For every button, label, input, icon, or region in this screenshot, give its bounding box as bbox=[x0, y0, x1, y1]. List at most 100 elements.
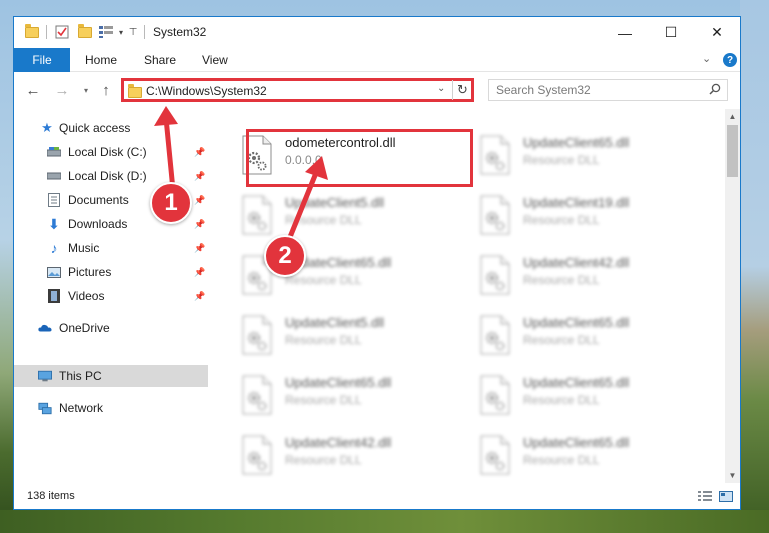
pin-icon[interactable]: 📌 bbox=[194, 171, 205, 181]
forward-arrow-icon[interactable]: → bbox=[54, 81, 70, 99]
sidebar-item-pictures[interactable]: Pictures 📌 bbox=[14, 261, 208, 283]
expand-ribbon-icon[interactable]: ⌄ bbox=[702, 52, 711, 65]
pin-icon[interactable]: 📌 bbox=[194, 267, 205, 277]
documents-icon bbox=[47, 193, 61, 207]
vertical-scrollbar[interactable]: ▲ ▼ bbox=[725, 109, 740, 483]
pin-icon[interactable]: 📌 bbox=[194, 147, 205, 157]
star-icon: ★ bbox=[41, 120, 53, 135]
desktop-background-bottom bbox=[0, 510, 769, 533]
pin-icon[interactable]: 📌 bbox=[194, 291, 205, 301]
file-type: Resource DLL bbox=[523, 453, 600, 467]
ribbon-tabs: File Home Share View ⌄ ? bbox=[14, 48, 740, 72]
sidebar-item-music[interactable]: ♪ Music 📌 bbox=[14, 237, 208, 259]
file-type: Resource DLL bbox=[523, 273, 600, 287]
scroll-up-icon[interactable]: ▲ bbox=[725, 109, 740, 124]
details-view-icon[interactable] bbox=[697, 489, 713, 503]
file-name: UpdateClient42.dll bbox=[523, 255, 630, 270]
sidebar-item-network[interactable]: Network bbox=[14, 397, 208, 419]
item-count: 138 items bbox=[27, 490, 75, 502]
drive-icon bbox=[47, 169, 61, 183]
network-icon bbox=[38, 401, 52, 415]
properties-icon[interactable] bbox=[54, 23, 70, 41]
window-title: System32 bbox=[153, 25, 207, 39]
step-2-badge: 2 bbox=[264, 235, 306, 277]
navigation-pane: ★ Quick access Local Disk (C:) 📌 Local D… bbox=[14, 109, 210, 483]
file-name: UpdateClient42.dll bbox=[285, 435, 392, 450]
file-type: Resource DLL bbox=[523, 393, 600, 407]
maximize-button[interactable]: ☐ bbox=[648, 17, 694, 48]
dll-file-icon bbox=[480, 135, 510, 175]
chevron-down-icon[interactable]: ⌄ bbox=[437, 83, 445, 94]
pin-icon[interactable]: 📌 bbox=[194, 195, 205, 205]
file-explorer-window: ▾ ⊤ System32 — ☐ ✕ File Home Share View … bbox=[13, 16, 741, 510]
scroll-down-icon[interactable]: ▼ bbox=[725, 468, 740, 483]
file-item[interactable]: UpdateClient65.dll Resource DLL bbox=[471, 369, 691, 425]
folder-icon[interactable] bbox=[24, 23, 40, 41]
tab-home[interactable]: Home bbox=[85, 48, 117, 72]
search-icon[interactable] bbox=[709, 83, 721, 95]
back-arrow-icon[interactable]: ← bbox=[25, 81, 41, 99]
tiles-view-icon[interactable] bbox=[718, 489, 734, 503]
search-placeholder: Search System32 bbox=[496, 83, 591, 97]
dll-file-icon bbox=[480, 435, 510, 475]
sidebar-item-videos[interactable]: Videos 📌 bbox=[14, 285, 208, 307]
minimize-button[interactable]: — bbox=[602, 17, 648, 48]
recent-locations-icon[interactable]: ▾ bbox=[78, 81, 94, 99]
address-toolbar: ← → ▾ ↑ C:\Windows\System32 ⌄ ↻ Search S… bbox=[14, 73, 740, 107]
quick-access-dropdown-icon[interactable]: ▾ bbox=[116, 23, 126, 41]
sidebar-item-local-disk-c[interactable]: Local Disk (C:) 📌 bbox=[14, 141, 208, 163]
file-item[interactable]: UpdateClient5.dll Resource DLL bbox=[233, 189, 453, 245]
dll-file-icon bbox=[242, 315, 272, 355]
file-type: Resource DLL bbox=[523, 333, 600, 347]
help-icon[interactable]: ? bbox=[723, 53, 737, 67]
file-item[interactable]: UpdateClient42.dll Resource DLL bbox=[471, 249, 691, 305]
file-name: UpdateClient5.dll bbox=[285, 195, 385, 210]
scroll-thumb[interactable] bbox=[727, 125, 738, 177]
tab-share[interactable]: Share bbox=[144, 48, 176, 72]
refresh-icon[interactable]: ↻ bbox=[452, 80, 472, 100]
tab-view[interactable]: View bbox=[202, 48, 228, 72]
address-path[interactable]: C:\Windows\System32 bbox=[146, 84, 267, 98]
close-button[interactable]: ✕ bbox=[694, 17, 740, 48]
file-item[interactable]: UpdateClient19.dll Resource DLL bbox=[471, 189, 691, 245]
file-name: UpdateClient65.dll bbox=[523, 435, 630, 450]
file-type: Resource DLL bbox=[285, 213, 362, 227]
file-type: Resource DLL bbox=[285, 453, 362, 467]
file-item[interactable]: UpdateClient42.dll Resource DLL bbox=[233, 429, 453, 483]
pin-icon[interactable]: 📌 bbox=[194, 219, 205, 229]
file-name: UpdateClient65.dll bbox=[285, 375, 392, 390]
dll-file-icon bbox=[480, 195, 510, 235]
toolbar-divider bbox=[46, 25, 47, 39]
file-item[interactable]: UpdateClient65.dll Resource DLL bbox=[471, 429, 691, 483]
file-type: Resource DLL bbox=[523, 213, 600, 227]
customize-dropdown-icon[interactable]: ⊤ bbox=[128, 23, 138, 41]
dll-file-icon bbox=[480, 315, 510, 355]
title-bar: ▾ ⊤ System32 — ☐ ✕ bbox=[14, 17, 740, 48]
customize-toolbar-icon[interactable] bbox=[98, 23, 114, 41]
pictures-icon bbox=[47, 265, 61, 279]
cloud-icon bbox=[38, 321, 52, 335]
pin-icon[interactable]: 📌 bbox=[194, 243, 205, 253]
file-item[interactable]: UpdateClient65.dll Resource DLL bbox=[471, 309, 691, 365]
file-type: Resource DLL bbox=[523, 153, 600, 167]
file-name: UpdateClient5.dll bbox=[285, 315, 385, 330]
up-arrow-icon[interactable]: ↑ bbox=[98, 81, 114, 99]
new-folder-icon[interactable] bbox=[77, 23, 93, 41]
file-item[interactable]: UpdateClient65.dll Resource DLL bbox=[233, 369, 453, 425]
dll-file-icon bbox=[242, 195, 272, 235]
dll-file-icon bbox=[480, 375, 510, 415]
file-type: Resource DLL bbox=[285, 333, 362, 347]
file-list: odometercontrol.dll 0.0.0.0 UpdateClient… bbox=[211, 109, 725, 483]
address-bar[interactable]: C:\Windows\System32 ⌄ ↻ bbox=[121, 78, 474, 102]
search-input[interactable]: Search System32 bbox=[488, 79, 728, 101]
tab-file[interactable]: File bbox=[14, 48, 70, 72]
file-name: UpdateClient65.dll bbox=[523, 375, 630, 390]
file-item[interactable]: UpdateClient5.dll Resource DLL bbox=[233, 309, 453, 365]
status-bar: 138 items bbox=[14, 485, 740, 509]
videos-icon bbox=[47, 289, 61, 303]
sidebar-item-this-pc[interactable]: This PC bbox=[14, 365, 208, 387]
dll-file-icon bbox=[480, 255, 510, 295]
sidebar-item-quick-access[interactable]: ★ Quick access bbox=[14, 117, 208, 139]
sidebar-item-onedrive[interactable]: OneDrive bbox=[14, 317, 208, 339]
file-item[interactable]: UpdateClient65.dll Resource DLL bbox=[471, 129, 691, 185]
